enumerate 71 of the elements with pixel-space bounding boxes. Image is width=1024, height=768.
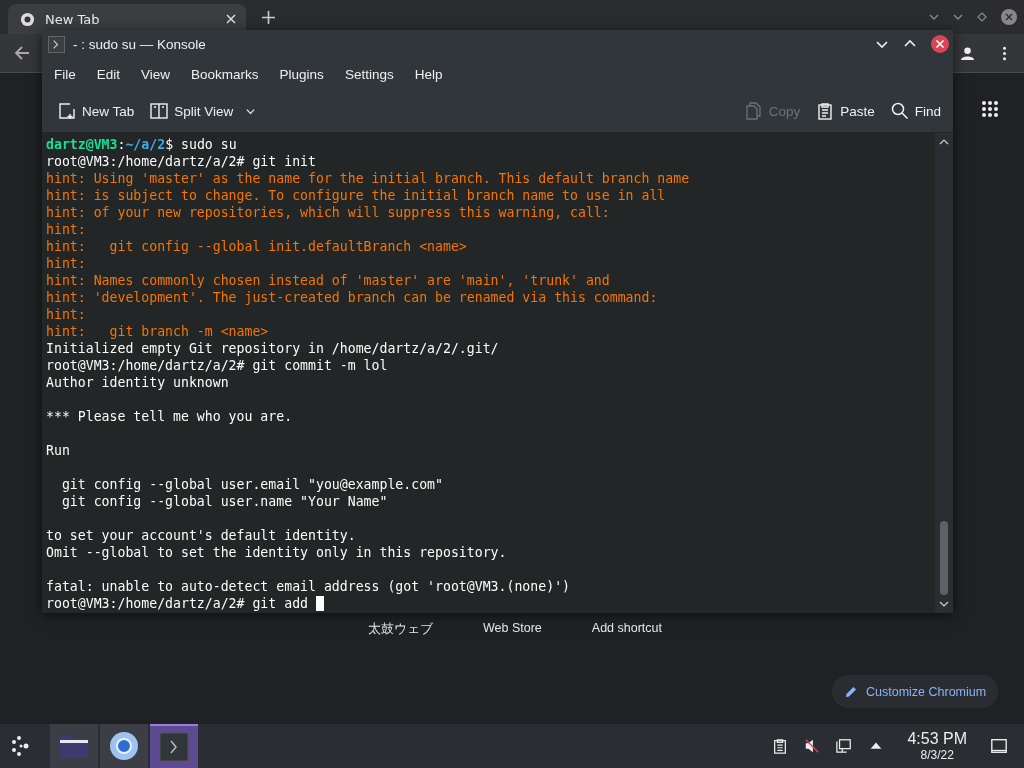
- scroll-down-icon[interactable]: [939, 599, 949, 609]
- back-arrow-icon[interactable]: [14, 45, 30, 61]
- scrollbar-thumb[interactable]: [940, 521, 948, 595]
- chromium-logo-icon: [20, 11, 35, 27]
- terminal-line: root@VM3:/home/dartz/a/2# git commit -m lol: [46, 357, 388, 374]
- new-tab-button[interactable]: New Tab: [52, 98, 141, 124]
- terminal-icon: [159, 732, 189, 762]
- hint-line: hint:: [46, 306, 86, 323]
- hint-line: hint:: [46, 255, 86, 272]
- hint-line: hint: of your new repositories, which will suppress this warning, call:: [46, 204, 610, 221]
- menu-item[interactable]: View: [133, 66, 179, 82]
- hint-line: hint: git branch -m <name>: [46, 323, 269, 340]
- clipboard-icon: [816, 102, 835, 120]
- apps-grid-icon[interactable]: [981, 100, 999, 118]
- split-view-icon: [150, 102, 169, 120]
- new-tab-icon[interactable]: [262, 10, 275, 24]
- split-view-button[interactable]: Split View: [144, 98, 263, 124]
- hint-line: hint: Using 'master' as the name for the initial branch. This default branch name: [46, 170, 690, 187]
- terminal-line: to set your account's default identity.: [46, 527, 356, 544]
- terminal-line: Omit --global to set the identity only in this repository.: [46, 544, 507, 561]
- command-text: $ sudo su: [165, 136, 237, 153]
- hint-line: hint: git config --global init.defaultBranch <name>: [46, 238, 467, 255]
- shortcut-label[interactable]: Add shortcut: [591, 621, 662, 638]
- menu-item[interactable]: Bookmarks: [183, 66, 267, 82]
- profile-icon[interactable]: [960, 45, 975, 61]
- terminal-line: root@VM3:/home/dartz/a/2# git init: [46, 153, 316, 170]
- network-icon[interactable]: [836, 738, 853, 754]
- shortcut-label[interactable]: 太鼓ウェブ: [368, 621, 433, 638]
- clipboard-icon[interactable]: [772, 738, 789, 754]
- shortcut-label[interactable]: Web Store: [483, 621, 542, 638]
- terminal-line: git config --global user.email "you@example.com": [60, 476, 443, 493]
- menu-item[interactable]: Plugins: [271, 66, 332, 82]
- files-task-button[interactable]: [50, 724, 98, 768]
- prompt-separator: :: [117, 136, 126, 153]
- terminal-line: root@VM3:/home/dartz/a/2# git add: [46, 595, 308, 612]
- terminal-icon: [48, 35, 65, 53]
- close-icon[interactable]: [226, 14, 236, 24]
- terminal-line: Run: [46, 442, 70, 459]
- new-tab-icon: [58, 102, 76, 120]
- terminal-line: fatal: unable to auto-detect email address (got 'root@VM3.(none)'): [46, 578, 570, 595]
- terminal-line: Initialized empty Git repository in /home/dartz/a/2/.git/: [46, 340, 499, 357]
- menu-item[interactable]: Help: [406, 66, 451, 82]
- find-button[interactable]: Find: [884, 98, 947, 124]
- copy-icon: [744, 102, 763, 120]
- terminal-line: *** Please tell me who you are.: [46, 408, 293, 425]
- menu-item[interactable]: File: [46, 66, 84, 82]
- show-desktop-icon[interactable]: [990, 737, 1008, 755]
- chromium-icon: [109, 731, 139, 761]
- scroll-up-icon[interactable]: [939, 137, 949, 147]
- muted-speaker-icon[interactable]: [804, 738, 821, 754]
- hint-line: hint:: [46, 221, 86, 238]
- hint-line: hint: 'development'. The just-created branch can be renamed via this command:: [46, 289, 658, 306]
- hint-line: hint: is subject to change. To configure the initial branch name to use in all: [46, 187, 666, 204]
- browser-task-button[interactable]: [100, 724, 148, 768]
- terminal-line: Author identity unknown: [46, 374, 229, 391]
- paste-button[interactable]: Paste: [810, 98, 881, 124]
- search-icon: [890, 102, 909, 120]
- hint-line: hint: Names commonly chosen instead of 'master' are 'main', 'trunk' and: [46, 272, 610, 289]
- close-icon[interactable]: [931, 35, 949, 53]
- prompt-path: ~/a/2: [125, 136, 166, 153]
- scrollbar[interactable]: [935, 133, 953, 613]
- window-title: - : sudo su — Konsole: [73, 36, 206, 52]
- terminal-line: git config --global user.name "Your Name": [60, 493, 388, 510]
- menu-item[interactable]: Settings: [336, 66, 402, 82]
- clock-date[interactable]: 8/3/22: [920, 748, 954, 762]
- prompt-user: dartz@VM3: [46, 136, 118, 153]
- clock-time[interactable]: 4:53 PM: [907, 730, 967, 748]
- terminal-task-button[interactable]: [150, 724, 198, 768]
- customize-button[interactable]: Customize Chromium: [832, 675, 999, 708]
- menu-item[interactable]: Edit: [88, 66, 129, 82]
- pencil-icon: [844, 684, 858, 699]
